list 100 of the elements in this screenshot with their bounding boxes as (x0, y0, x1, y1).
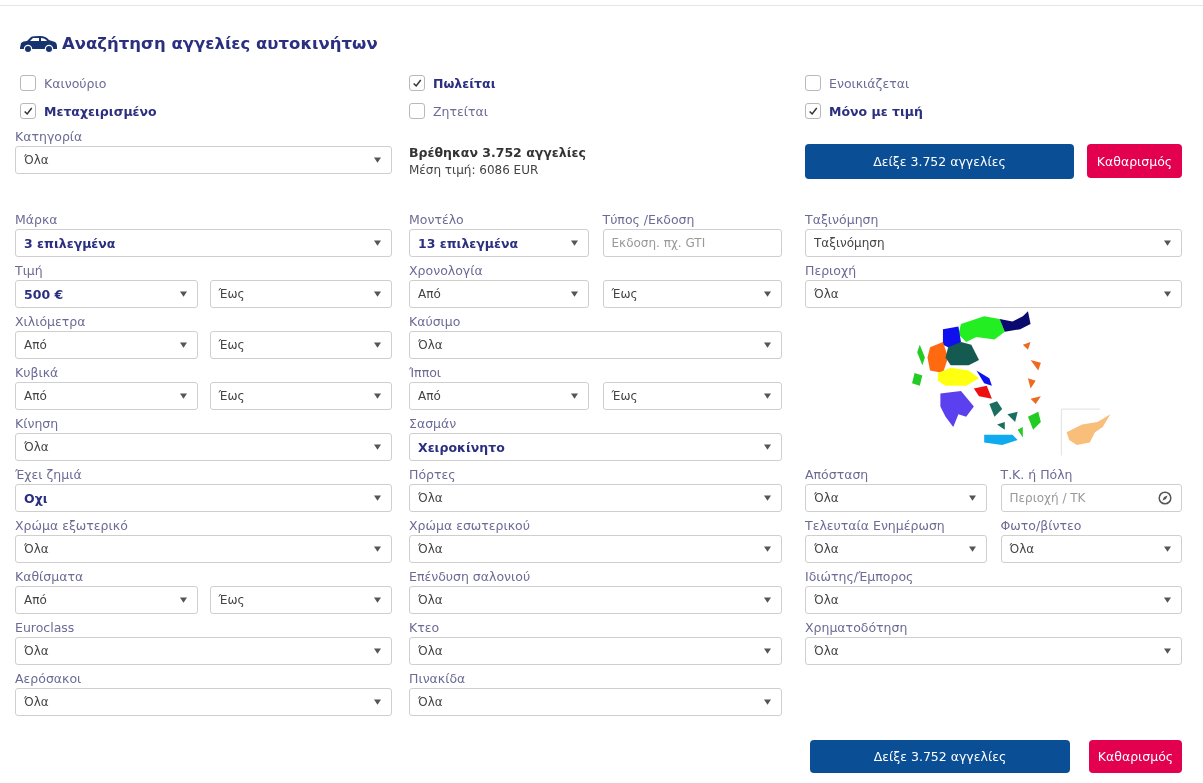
caret-icon (764, 648, 771, 654)
dropdown[interactable]: Όλα (409, 484, 782, 512)
dropdown[interactable]: 13 επιλεγμένα (409, 229, 589, 257)
checkbox[interactable] (805, 75, 821, 91)
text-input[interactable]: Εκδοση. πχ. GTI (602, 229, 782, 257)
dropdown[interactable]: Από (15, 586, 198, 614)
checkbox-label[interactable]: Μεταχειρισμένο (44, 103, 157, 119)
dropdown[interactable]: Όλα (409, 688, 782, 716)
dropdown[interactable]: Όλα (15, 637, 392, 665)
dropdown[interactable]: Όλα (15, 146, 392, 174)
dropdown[interactable]: Όλα (409, 586, 782, 614)
results-count: Βρέθηκαν 3.752 αγγελίες (409, 145, 587, 160)
dropdown[interactable]: Όλα (15, 688, 392, 716)
caret-icon (374, 648, 381, 654)
dropdown[interactable]: Όλα (409, 535, 782, 563)
checkbox[interactable] (20, 103, 36, 119)
field-label: Ταξινόμηση (805, 212, 880, 229)
caret-icon (374, 157, 381, 163)
dropdown[interactable]: Όλα (805, 484, 987, 512)
caret-icon (374, 342, 381, 348)
field-label: Έχει ζημιά (15, 467, 83, 484)
dropdown[interactable]: Όλα (805, 535, 987, 563)
caret-icon (179, 291, 187, 297)
check-icon (808, 106, 818, 116)
dropdown[interactable]: Έως (209, 280, 392, 308)
field-label: Κτεο (409, 620, 441, 637)
caret-icon (764, 597, 771, 603)
dropdown[interactable]: Έως (209, 382, 392, 410)
field-label: Καύσιμο (409, 314, 462, 331)
caret-icon (374, 444, 381, 450)
checkbox[interactable] (20, 75, 36, 91)
dropdown[interactable]: Χειροκίνητο (409, 433, 782, 461)
clear-button[interactable]: Καθαρισμός (1089, 740, 1182, 773)
dropdown[interactable]: Έως (209, 586, 392, 614)
dropdown[interactable]: Όλα (15, 433, 392, 461)
show-results-button[interactable]: Δείξε 3.752 αγγελίες (810, 740, 1070, 773)
dropdown[interactable]: Έως (602, 382, 782, 410)
location-input[interactable]: Περιοχή / ΤΚ (1000, 484, 1182, 512)
field-label: Τ.Κ. ή Πόλη (1000, 467, 1074, 484)
caret-icon (374, 240, 381, 246)
checkbox-label[interactable]: Καινούριο (44, 75, 107, 91)
field-label: Περιοχή (805, 263, 858, 280)
caret-icon (764, 495, 771, 501)
field-label: Μάρκα (15, 212, 59, 229)
checkbox-label[interactable]: Ζητείται (433, 103, 488, 119)
caret-icon (968, 546, 976, 552)
caret-icon (179, 342, 187, 348)
dropdown[interactable]: Έως (209, 331, 392, 359)
caret-icon (1164, 240, 1171, 246)
average-price: Μέση τιμή: 6086 EUR (409, 163, 540, 177)
show-results-button[interactable]: Δείξε 3.752 αγγελίες (805, 144, 1074, 179)
caret-icon (179, 597, 187, 603)
dropdown[interactable]: Όλα (805, 280, 1182, 308)
compass-icon (1158, 491, 1172, 505)
dropdown[interactable]: Από (409, 280, 589, 308)
caret-icon (764, 699, 771, 705)
field-label: Κυβικά (15, 365, 60, 382)
caret-icon (764, 291, 771, 297)
clear-button[interactable]: Καθαρισμός (1087, 144, 1182, 178)
car-icon (18, 33, 58, 53)
checkbox[interactable] (409, 75, 425, 91)
dropdown[interactable]: 500 € (15, 280, 198, 308)
dropdown[interactable]: Όλα (15, 535, 392, 563)
dropdown[interactable]: Όλα (409, 637, 782, 665)
field-label: Χρηματοδότηση (805, 620, 909, 637)
caret-icon (1164, 597, 1171, 603)
checkbox-label[interactable]: Πωλείται (433, 75, 496, 91)
checkbox-label[interactable]: Μόνο με τιμή (829, 103, 923, 119)
checkbox[interactable] (409, 103, 425, 119)
dropdown[interactable]: Όλα (805, 637, 1182, 665)
caret-icon (374, 291, 381, 297)
field-label: Χιλιόμετρα (15, 314, 87, 331)
dropdown[interactable]: Από (15, 382, 198, 410)
dropdown[interactable]: Όλα (409, 331, 782, 359)
field-label: Κίνηση (15, 416, 60, 433)
field-label: Σασμάν (409, 416, 458, 433)
dropdown[interactable]: Όλα (805, 586, 1182, 614)
caret-icon (179, 393, 187, 399)
field-label: Αερόσακοι (15, 671, 83, 688)
field-label: Πόρτες (409, 467, 457, 484)
checkbox[interactable] (805, 103, 821, 119)
dropdown[interactable]: Από (409, 382, 589, 410)
dropdown[interactable]: Από (15, 331, 198, 359)
field-label: Απόσταση (805, 467, 870, 484)
check-icon (23, 106, 33, 116)
field-label: Πινακίδα (409, 671, 467, 688)
dropdown[interactable]: Οχι (15, 484, 392, 512)
caret-icon (570, 393, 578, 399)
dropdown[interactable]: Ταξινόμηση (805, 229, 1182, 257)
caret-icon (374, 546, 381, 552)
caret-icon (374, 495, 381, 501)
dropdown[interactable]: Έως (602, 280, 782, 308)
dropdown[interactable]: Όλα (1000, 535, 1182, 563)
dropdown[interactable]: 3 επιλεγμένα (15, 229, 392, 257)
caret-icon (968, 495, 976, 501)
checkbox-label[interactable]: Ενοικιάζεται (829, 75, 910, 91)
field-label: Φωτο/βίντεο (1000, 518, 1083, 535)
field-label: Τελευταία Ενημέρωση (805, 518, 946, 535)
field-label: Χρονολογία (409, 263, 484, 280)
caret-icon (374, 699, 381, 705)
